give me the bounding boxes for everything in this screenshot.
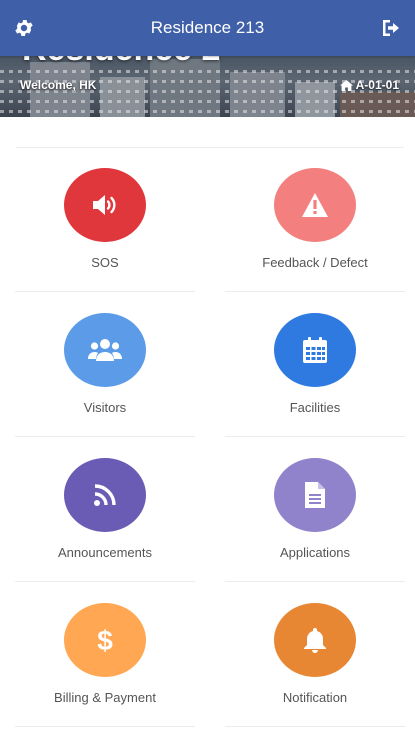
page-title: Residence 213 (150, 18, 265, 37)
gear-icon (15, 20, 33, 36)
users-icon (88, 339, 122, 361)
menu-item-sos[interactable]: SOS (15, 147, 195, 292)
file-icon (305, 482, 325, 508)
menu-label: Applications (279, 545, 351, 560)
facilities-icon-circle (274, 313, 356, 387)
menu-item-notification[interactable]: Notification (225, 582, 405, 727)
residence-banner: Residence 2 Welcome, HK A-01-01 (0, 56, 415, 117)
applications-icon-circle (274, 458, 356, 532)
menu-label: SOS (91, 255, 119, 270)
logout-button[interactable] (379, 16, 403, 40)
menu-item-feedback[interactable]: Feedback / Defect (225, 147, 405, 292)
menu-label: Announcements (58, 545, 152, 560)
menu-label: Facilities (289, 400, 341, 415)
home-icon (339, 79, 353, 91)
visitors-icon-circle (64, 313, 146, 387)
menu-item-applications[interactable]: Applications (225, 437, 405, 582)
menu-label: Notification (282, 690, 348, 705)
bell-icon (304, 628, 326, 653)
svg-text:$: $ (97, 625, 113, 655)
calendar-icon (303, 337, 327, 363)
announcements-icon-circle (64, 458, 146, 532)
banner-title: Residence 2 (22, 56, 220, 69)
menu-label: Visitors (83, 400, 127, 415)
feedback-icon-circle (274, 168, 356, 242)
dollar-icon: $ (97, 625, 113, 655)
warning-icon (302, 193, 328, 217)
menu-label: Feedback / Defect (262, 255, 368, 270)
menu-item-announcements[interactable]: Announcements (15, 437, 195, 582)
menu-label: Billing & Payment (54, 690, 156, 705)
unit-number: A-01-01 (355, 78, 399, 92)
welcome-text: Welcome, HK (20, 78, 97, 92)
menu-item-facilities[interactable]: Facilities (225, 292, 405, 437)
settings-button[interactable] (12, 16, 36, 40)
volume-icon (93, 195, 116, 215)
notification-icon-circle (274, 603, 356, 677)
sign-out-icon (383, 20, 399, 36)
app-header: Residence 213 (0, 0, 415, 56)
menu-grid: SOS Feedback / Defect Visitors Facilitie… (0, 147, 415, 727)
sos-icon-circle (64, 168, 146, 242)
unit-label: A-01-01 (339, 78, 399, 92)
rss-icon (94, 484, 116, 506)
menu-item-visitors[interactable]: Visitors (15, 292, 195, 437)
billing-icon-circle: $ (64, 603, 146, 677)
menu-item-billing[interactable]: $ Billing & Payment (15, 582, 195, 727)
